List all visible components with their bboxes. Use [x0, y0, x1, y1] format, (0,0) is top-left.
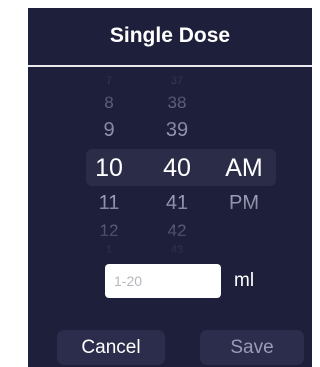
- period-option[interactable]: PM: [218, 193, 270, 213]
- cancel-button[interactable]: Cancel: [57, 330, 165, 365]
- minute-wheel[interactable]: 37 38 39 40 41 42 43: [152, 68, 202, 258]
- hour-option[interactable]: 1: [84, 245, 134, 254]
- time-picker: 7 8 9 10 11 12 1 37 38 39 40 41 42 43 AM…: [28, 68, 312, 258]
- hour-option[interactable]: 7: [84, 76, 134, 87]
- save-button[interactable]: Save: [200, 330, 304, 365]
- hour-option[interactable]: 11: [84, 193, 134, 213]
- minute-option[interactable]: 42: [152, 222, 202, 239]
- hour-option[interactable]: 9: [84, 120, 134, 140]
- hour-option[interactable]: 12: [84, 222, 134, 239]
- minute-option[interactable]: 41: [152, 193, 202, 213]
- minute-option[interactable]: 38: [152, 94, 202, 111]
- dose-amount-input[interactable]: [105, 264, 221, 298]
- title-divider: [28, 65, 312, 67]
- period-option-selected[interactable]: AM: [218, 156, 270, 181]
- dialog-title: Single Dose: [109, 24, 231, 47]
- single-dose-dialog: Single Dose 7 8 9 10 11 12 1 37 38 39 40…: [28, 8, 312, 367]
- period-wheel[interactable]: AM PM: [218, 68, 270, 258]
- dose-unit-label: ml: [234, 270, 255, 291]
- hour-wheel[interactable]: 7 8 9 10 11 12 1: [84, 68, 134, 258]
- hour-option[interactable]: 8: [84, 94, 134, 111]
- hour-option-selected[interactable]: 10: [84, 156, 134, 181]
- minute-option-selected[interactable]: 40: [152, 156, 202, 181]
- minute-option[interactable]: 43: [152, 245, 202, 254]
- minute-option[interactable]: 39: [152, 120, 202, 140]
- minute-option[interactable]: 37: [152, 76, 202, 87]
